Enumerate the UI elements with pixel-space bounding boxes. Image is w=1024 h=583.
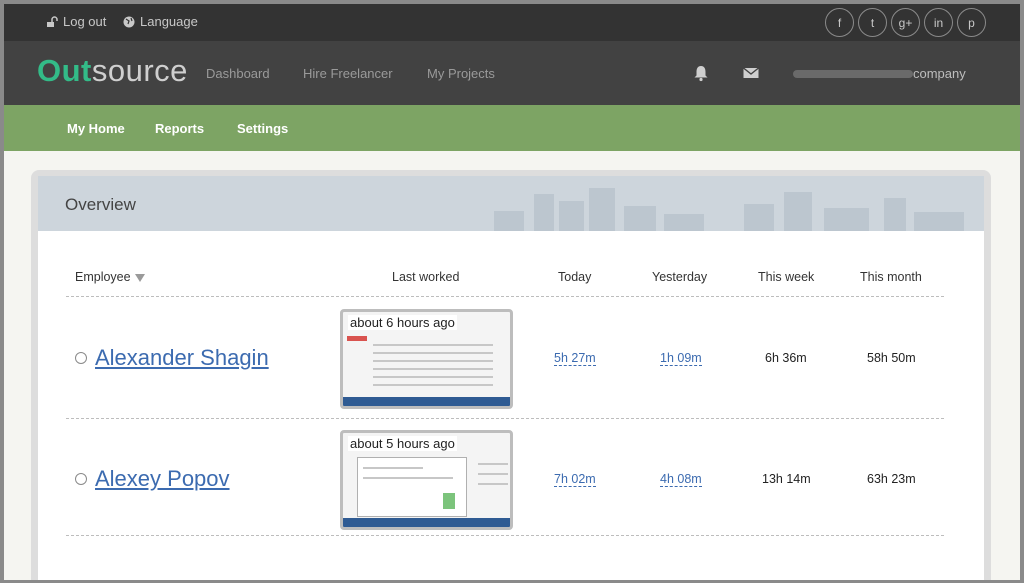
col-this-month: This month <box>860 270 922 284</box>
skyline-decoration <box>494 188 964 231</box>
row-select-radio[interactable] <box>75 352 87 364</box>
thumb-line <box>363 477 453 479</box>
nav-my-projects[interactable]: My Projects <box>427 66 495 81</box>
yesterday-time-link[interactable]: 4h 08m <box>660 472 702 487</box>
yesterday-time-link[interactable]: 1h 09m <box>660 351 702 366</box>
overview-header: Overview <box>38 176 984 231</box>
row-divider <box>66 535 944 536</box>
nav-hire-freelancer[interactable]: Hire Freelancer <box>303 66 393 81</box>
this-month-value: 58h 50m <box>867 351 916 365</box>
thumb-line <box>373 376 493 378</box>
col-last-worked: Last worked <box>392 270 460 284</box>
google-plus-icon[interactable]: g+ <box>891 8 920 37</box>
unlock-icon <box>47 15 58 27</box>
thumb-accent <box>443 493 455 509</box>
thumb-line <box>373 352 493 354</box>
globe-icon <box>123 16 135 27</box>
row-divider <box>66 418 944 419</box>
employee-name-link[interactable]: Alexey Popov <box>95 466 230 492</box>
overview-title: Overview <box>65 195 136 214</box>
col-employee-label: Employee <box>75 270 131 284</box>
screenshot-thumbnail[interactable]: about 6 hours ago <box>340 309 513 409</box>
social-links: f t g+ in p <box>825 8 986 37</box>
thumb-line <box>478 463 508 465</box>
language-label: Language <box>140 14 198 29</box>
bell-icon[interactable] <box>692 64 710 82</box>
thumb-line <box>478 483 508 485</box>
col-employee[interactable]: Employee <box>75 270 145 284</box>
sub-navigation: My Home Reports Settings <box>4 105 1020 159</box>
today-time-link[interactable]: 7h 02m <box>554 472 596 487</box>
subnav-settings[interactable]: Settings <box>237 121 288 136</box>
linkedin-icon[interactable]: in <box>924 8 953 37</box>
header-divider <box>66 296 944 297</box>
logout-label: Log out <box>63 14 107 29</box>
top-utility-bar: Log out Language f t g+ in p <box>4 4 1020 41</box>
sort-down-icon <box>134 273 145 282</box>
thumb-line <box>373 368 493 370</box>
thumb-line <box>373 344 493 346</box>
last-worked-caption: about 6 hours ago <box>348 315 457 330</box>
logout-link[interactable]: Log out <box>46 14 106 29</box>
language-link[interactable]: Language <box>123 14 198 29</box>
envelope-icon[interactable] <box>742 64 760 82</box>
thumb-line <box>363 467 423 469</box>
col-yesterday: Yesterday <box>652 270 708 284</box>
pinterest-icon[interactable]: p <box>957 8 986 37</box>
thumb-accent <box>347 336 367 341</box>
employee-name-link[interactable]: Alexander Shagin <box>95 345 269 371</box>
account-suffix: company <box>913 66 966 81</box>
twitter-icon[interactable]: t <box>858 8 887 37</box>
redacted-account-name <box>793 69 913 78</box>
col-today: Today <box>558 270 592 284</box>
subnav-my-home[interactable]: My Home <box>67 121 125 136</box>
this-week-value: 6h 36m <box>765 351 807 365</box>
logo-part-out: Out <box>37 53 92 88</box>
this-week-value: 13h 14m <box>762 472 811 486</box>
thumb-line <box>373 360 493 362</box>
thumb-line <box>478 473 508 475</box>
logo-part-source: source <box>91 53 188 88</box>
row-select-radio[interactable] <box>75 473 87 485</box>
this-month-value: 63h 23m <box>867 472 916 486</box>
logo[interactable]: Outsource <box>37 53 188 89</box>
screenshot-thumbnail[interactable]: about 5 hours ago <box>340 430 513 530</box>
last-worked-caption: about 5 hours ago <box>348 436 457 451</box>
today-time-link[interactable]: 5h 27m <box>554 351 596 366</box>
subnav-reports[interactable]: Reports <box>155 121 204 136</box>
thumb-line <box>373 384 493 386</box>
main-header: Outsource Dashboard Hire Freelancer My P… <box>4 41 1020 105</box>
thumb-taskbar <box>343 397 510 406</box>
facebook-icon[interactable]: f <box>825 8 854 37</box>
col-this-week: This week <box>758 270 815 284</box>
nav-dashboard[interactable]: Dashboard <box>206 66 270 81</box>
thumb-taskbar <box>343 518 510 527</box>
account-menu[interactable]: company <box>793 66 966 81</box>
